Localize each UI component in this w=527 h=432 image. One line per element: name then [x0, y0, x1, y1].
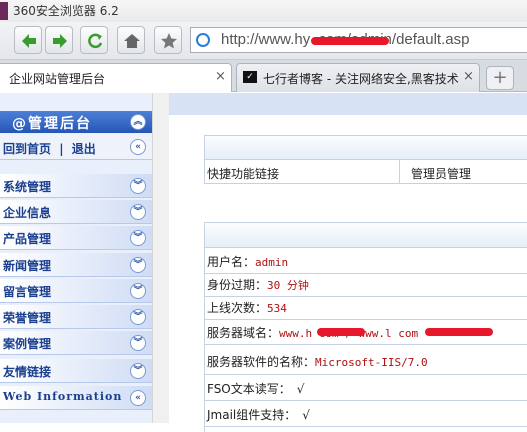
sidebar-item-system[interactable]: 系统管理 ︾ — [0, 174, 152, 198]
site-favicon-icon: ✓ — [243, 71, 257, 83]
sidebar-item-label: 案例管理 — [3, 337, 52, 351]
forward-button[interactable] — [45, 26, 73, 54]
chevron-down-icon: ︾ — [130, 178, 146, 194]
info-row-domain: 服务器域名：www.h com / www.l com — [205, 319, 527, 345]
sidebar-item-web-information[interactable]: Web Information « — [0, 386, 152, 410]
sidebar-item-label: 系统管理 — [3, 180, 52, 194]
tab-admin[interactable]: 企业网站管理后台 × — [0, 63, 232, 92]
sidebar-scrollbar[interactable] — [152, 93, 169, 423]
refresh-icon — [88, 33, 103, 49]
sidebar-item-news[interactable]: 新闻管理 ︾ — [0, 253, 152, 277]
info-label: 上线次数： — [207, 301, 268, 315]
sidebar-item-label: 产品管理 — [3, 232, 52, 246]
info-row-fso: FSO文本读写： √ — [205, 375, 527, 401]
info-value: 534 — [267, 302, 287, 315]
sidebar-item-products[interactable]: 产品管理 ︾ — [0, 226, 152, 250]
home-button[interactable] — [117, 26, 145, 54]
sidebar-header: @管理后台 ︽ — [0, 111, 152, 133]
sidebar-item-company[interactable]: 企业信息 ︾ — [0, 200, 152, 224]
info-label: Jmail组件支持： — [207, 408, 297, 422]
sidebar-item-links[interactable]: 友情链接 ︾ — [0, 359, 152, 383]
column-divider — [399, 160, 400, 184]
redaction-mark — [425, 328, 493, 336]
quick-links-panel: 快捷功能链接 管理员管理 — [204, 135, 527, 184]
sidebar-item-label: Web Information — [3, 390, 123, 403]
tab-label: 企业网站管理后台 — [9, 72, 106, 86]
info-label: 服务器域名： — [207, 326, 280, 340]
logout-link[interactable]: 退出 — [72, 142, 96, 156]
info-label: 身份过期： — [207, 278, 268, 292]
globe-icon — [196, 33, 210, 47]
star-icon — [161, 33, 177, 49]
admin-management-link[interactable]: 管理员管理 — [411, 165, 471, 182]
redaction-mark — [311, 37, 389, 45]
info-value: admin — [255, 256, 289, 269]
sidebar-item-honors[interactable]: 荣誉管理 ︾ — [0, 305, 152, 329]
panel-header — [205, 136, 527, 160]
check-icon: √ — [302, 408, 310, 422]
quick-links-row: 快捷功能链接 管理员管理 — [205, 160, 527, 184]
sidebar-item-label: 留言管理 — [3, 285, 52, 299]
close-icon[interactable]: × — [215, 69, 226, 84]
collapse-icon: « — [130, 390, 146, 406]
info-row-logins: 上线次数：534 — [205, 294, 527, 320]
tab-blog[interactable]: ✓ 七行者博客 - 关注网络安全,黑客技术( × — [236, 63, 480, 92]
back-button[interactable] — [14, 26, 42, 54]
favorite-button[interactable] — [154, 26, 182, 54]
chevron-down-icon: ︾ — [130, 230, 146, 246]
sidebar-links: 回到首页 | 退出 « — [0, 134, 152, 160]
chevron-down-icon: ︾ — [130, 363, 146, 379]
info-value: 30 分钟 — [267, 279, 309, 292]
info-label: 用户名： — [207, 255, 256, 269]
back-arrow-icon — [22, 34, 36, 48]
new-tab-button[interactable]: + — [486, 66, 514, 90]
collapse-icon[interactable]: ︽ — [130, 114, 146, 130]
chevron-down-icon: ︾ — [130, 257, 146, 273]
quick-links-label: 快捷功能链接 — [207, 167, 280, 181]
panel-header — [205, 223, 527, 248]
tab-label: 七行者博客 - 关注网络安全,黑客技术( — [263, 72, 459, 86]
info-row-server-software: 服务器软件的名称：Microsoft-IIS/7.0 — [205, 345, 527, 375]
info-row-jmail: Jmail组件支持： √ — [205, 401, 527, 427]
sidebar-item-cases[interactable]: 案例管理 ︾ — [0, 331, 152, 355]
sidebar-item-label: 新闻管理 — [3, 259, 52, 273]
window-title: 360安全浏览器 6.2 — [13, 4, 119, 18]
redaction-mark — [317, 328, 365, 336]
sidebar-item-messages[interactable]: 留言管理 ︾ — [0, 279, 152, 303]
info-label: FSO文本读写： — [207, 382, 291, 396]
chevron-down-icon: ︾ — [130, 309, 146, 325]
sidebar-item-label: 友情链接 — [3, 365, 52, 379]
home-link[interactable]: 回到首页 — [3, 142, 51, 156]
home-icon — [124, 34, 140, 48]
sidebar-title: @管理后台 — [12, 116, 92, 132]
chevron-down-icon: ︾ — [130, 283, 146, 299]
link-separator: | — [59, 142, 64, 156]
refresh-button[interactable] — [80, 26, 108, 54]
sidebar-item-label: 荣誉管理 — [3, 311, 52, 325]
chevron-down-icon: ︾ — [130, 204, 146, 220]
chevron-down-icon: ︾ — [130, 335, 146, 351]
check-icon: √ — [296, 382, 305, 396]
info-value: Microsoft-IIS/7.0 — [315, 356, 428, 369]
server-info-panel: 用户名：admin 身份过期：30 分钟 上线次数：534 服务器域名：www.… — [204, 222, 527, 432]
browser-logo-icon — [0, 2, 8, 20]
close-icon[interactable]: × — [463, 69, 474, 84]
sidebar-item-label: 企业信息 — [3, 206, 52, 220]
collapse-icon[interactable]: « — [130, 139, 146, 155]
content-header-bar — [169, 93, 527, 115]
info-label: 服务器软件的名称： — [207, 355, 316, 369]
address-bar[interactable]: http://www.hy .com/admin/default.asp — [190, 27, 527, 53]
forward-arrow-icon — [53, 34, 67, 48]
